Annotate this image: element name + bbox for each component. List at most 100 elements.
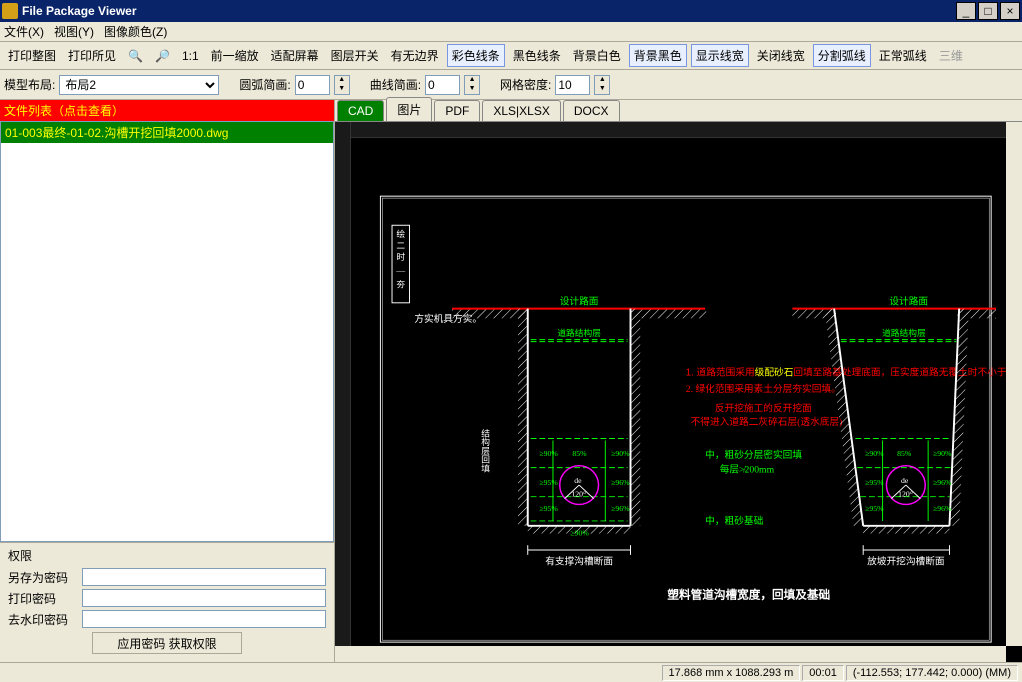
layer-button[interactable]: 图层开关 <box>327 45 383 66</box>
tab-doc[interactable]: DOCX <box>563 100 620 121</box>
svg-text:120°: 120° <box>571 490 586 499</box>
svg-text:≥90%: ≥90% <box>539 449 558 458</box>
file-list[interactable]: 01-003最终-01-02.沟槽开挖回填2000.dwg <box>0 121 334 542</box>
svg-text:夯: 夯 <box>396 278 405 289</box>
status-time: 00:01 <box>802 665 844 681</box>
black-line-button[interactable]: 黑色线条 <box>509 45 565 66</box>
tab-xls[interactable]: XLS|XLSX <box>482 100 560 121</box>
menu-color[interactable]: 图像颜色(Z) <box>104 23 167 40</box>
grid-label: 网格密度: <box>500 76 551 93</box>
window-title: File Package Viewer <box>22 4 956 18</box>
svg-text:放坡开挖沟槽断面: 放坡开挖沟槽断面 <box>867 555 945 568</box>
svg-text:结构层回填: 结构层回填 <box>480 428 490 474</box>
cad-view[interactable]: 绘 二 时 — 夯 方实机具方实。 设计路面 <box>335 122 1022 662</box>
svg-text:≥95%: ≥95% <box>865 504 884 513</box>
svg-text:—: — <box>395 266 405 276</box>
svg-text:≥96%: ≥96% <box>933 504 952 513</box>
file-item[interactable]: 01-003最终-01-02.沟槽开挖回填2000.dwg <box>1 122 333 143</box>
menu-file[interactable]: 文件(X) <box>4 23 44 40</box>
seg-arc-button[interactable]: 分割弧线 <box>813 44 871 67</box>
svg-text:≥90%: ≥90% <box>865 449 884 458</box>
minimize-button[interactable]: _ <box>956 2 976 20</box>
tab-pic[interactable]: 图片 <box>386 97 432 121</box>
close-lw-button[interactable]: 关闭线宽 <box>753 45 809 66</box>
vertical-ruler <box>335 122 351 646</box>
svg-text:≥95%: ≥95% <box>865 478 884 487</box>
svg-text:反开挖施工的反开挖面: 反开挖施工的反开挖面 <box>715 401 812 414</box>
apply-button[interactable]: 应用密码 获取权限 <box>92 632 242 654</box>
app-icon <box>2 3 18 19</box>
svg-text:塑料管道沟槽宽度，回填及基础: 塑料管道沟槽宽度，回填及基础 <box>667 587 830 601</box>
horizontal-scrollbar[interactable] <box>335 646 1006 662</box>
bg-white-button[interactable]: 背景白色 <box>569 45 625 66</box>
color-line-button[interactable]: 彩色线条 <box>447 44 505 67</box>
bg-black-button[interactable]: 背景黑色 <box>629 44 687 67</box>
svg-text:设计路面: 设计路面 <box>889 295 928 308</box>
curve-input[interactable] <box>425 75 460 95</box>
zoom-in-icon[interactable]: 🔎 <box>151 47 174 65</box>
fit-screen-button[interactable]: 适配屏幕 <box>267 45 323 66</box>
perm-group-label: 权限 <box>8 547 326 564</box>
zoom-out-icon[interactable]: 🔍 <box>124 47 147 65</box>
tab-cad[interactable]: CAD <box>337 100 384 121</box>
arc-input[interactable] <box>295 75 330 95</box>
border-button[interactable]: 有无边界 <box>387 45 443 66</box>
svg-text:85%: 85% <box>572 449 587 458</box>
svg-text:de: de <box>901 476 909 485</box>
print-view-button[interactable]: 打印所见 <box>64 45 120 66</box>
print-label: 打印密码 <box>8 590 78 607</box>
svg-text:120°: 120° <box>898 490 913 499</box>
status-size: 17.868 mm x 1088.293 m <box>662 665 801 681</box>
svg-text:≥96%: ≥96% <box>611 478 630 487</box>
status-coord: (-112.553; 177.442; 0.000) (MM) <box>846 665 1018 681</box>
norm-arc-button[interactable]: 正常弧线 <box>875 45 931 66</box>
curve-spinner[interactable]: ▲▼ <box>464 75 480 95</box>
svg-text:2. 绿化范围采用素土分层夯实回填。: 2. 绿化范围采用素土分层夯实回填。 <box>686 382 841 395</box>
svg-text:中，粗砂分层密实回填: 中，粗砂分层密实回填 <box>705 448 802 461</box>
grid-input[interactable] <box>555 75 590 95</box>
three-d-button[interactable]: 三维 <box>935 45 967 66</box>
saveas-input[interactable] <box>82 568 326 586</box>
arc-label: 圆弧简画: <box>239 76 290 93</box>
ratio-button[interactable]: 1:1 <box>178 47 203 65</box>
svg-text:≥90%: ≥90% <box>570 528 589 537</box>
arc-spinner[interactable]: ▲▼ <box>334 75 350 95</box>
close-button[interactable]: × <box>1000 2 1020 20</box>
tab-pdf[interactable]: PDF <box>434 100 480 121</box>
svg-text:≥96%: ≥96% <box>933 478 952 487</box>
vertical-scrollbar[interactable] <box>1006 122 1022 646</box>
svg-text:二: 二 <box>396 241 405 251</box>
svg-text:设计路面: 设计路面 <box>560 295 599 308</box>
layout-label: 模型布局: <box>4 76 55 93</box>
cad-drawing: 绘 二 时 — 夯 方实机具方实。 设计路面 <box>351 138 1006 646</box>
svg-text:≥90%: ≥90% <box>611 449 630 458</box>
svg-text:道路结构层: 道路结构层 <box>557 327 601 338</box>
svg-text:绘: 绘 <box>396 228 405 239</box>
horizontal-ruler <box>351 122 1022 138</box>
layout-select[interactable]: 布局2 <box>59 75 219 95</box>
prev-zoom-button[interactable]: 前一缩放 <box>207 45 263 66</box>
grid-spinner[interactable]: ▲▼ <box>594 75 610 95</box>
show-lw-button[interactable]: 显示线宽 <box>691 44 749 67</box>
curve-label: 曲线简画: <box>370 76 421 93</box>
svg-text:≥95%: ≥95% <box>539 478 558 487</box>
svg-text:≥95%: ≥95% <box>539 504 558 513</box>
saveas-label: 另存为密码 <box>8 569 78 586</box>
menu-view[interactable]: 视图(Y) <box>54 23 94 40</box>
svg-text:有支撑沟槽断面: 有支撑沟槽断面 <box>545 555 613 568</box>
svg-text:中，粗砂基础: 中，粗砂基础 <box>705 514 763 527</box>
file-list-header: 文件列表（点击查看） <box>0 100 334 121</box>
print-all-button[interactable]: 打印整图 <box>4 45 60 66</box>
svg-text:≥96%: ≥96% <box>611 504 630 513</box>
svg-text:每层≯200mm: 每层≯200mm <box>720 462 775 475</box>
svg-text:不得进入道路二灰碎石层(透水底层): 不得进入道路二灰碎石层(透水底层) <box>691 415 843 428</box>
svg-text:道路结构层: 道路结构层 <box>882 327 926 338</box>
print-input[interactable] <box>82 589 326 607</box>
svg-text:时: 时 <box>396 251 405 262</box>
svg-text:de: de <box>574 476 582 485</box>
watermark-input[interactable] <box>82 610 326 628</box>
svg-text:85%: 85% <box>897 449 912 458</box>
svg-text:≥90%: ≥90% <box>933 449 952 458</box>
maximize-button[interactable]: □ <box>978 2 998 20</box>
watermark-label: 去水印密码 <box>8 611 78 628</box>
